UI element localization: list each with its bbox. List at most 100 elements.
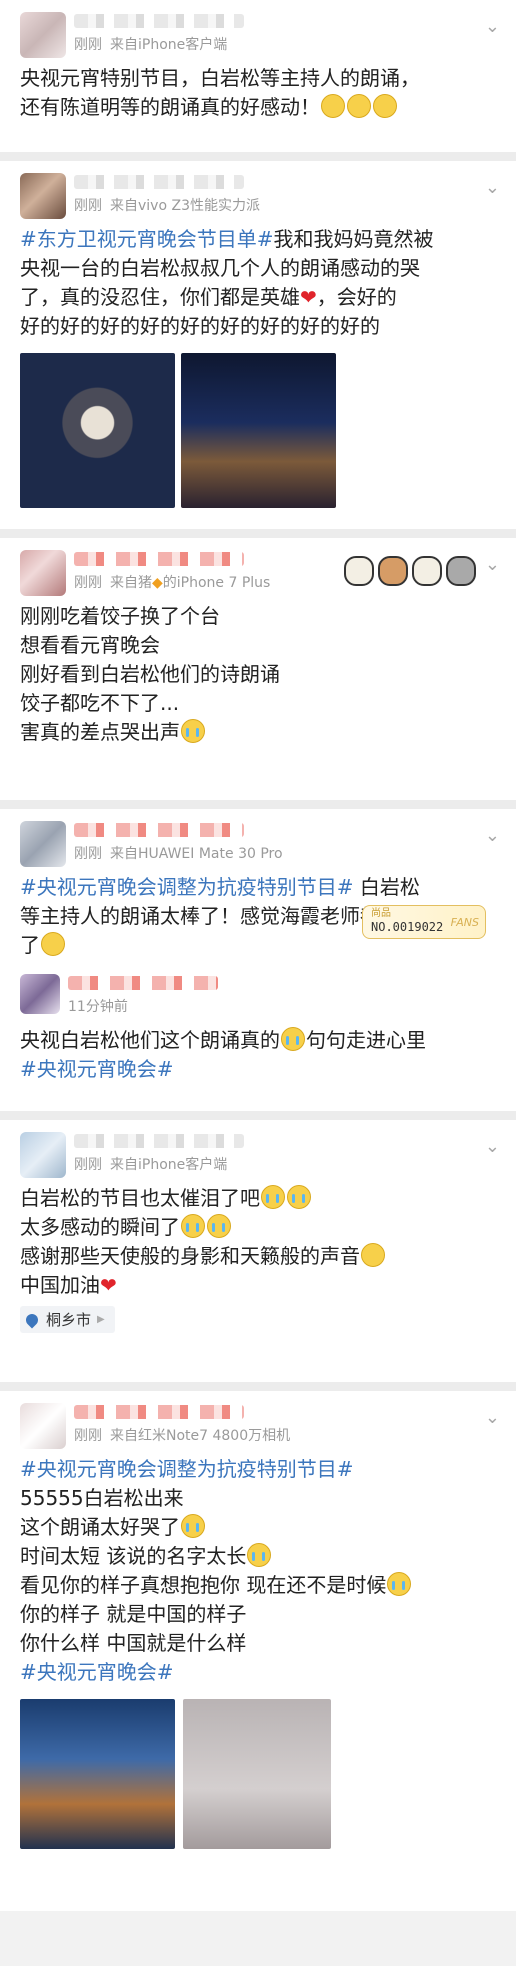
- text-line: 太多感动的瞬间了: [20, 1215, 180, 1239]
- post-meta: 刚刚 来自iPhone客户端: [74, 1154, 244, 1174]
- post-photo[interactable]: [20, 1699, 175, 1849]
- text-line: 你什么样 中国就是什么样: [20, 1631, 247, 1655]
- post-text: 白岩松的节目也太催泪了吧 太多感动的瞬间了 感谢那些天使般的身影和天籁般的声音 …: [20, 1184, 500, 1300]
- username[interactable]: [74, 823, 244, 837]
- post-source: 的iPhone 7 Plus: [162, 575, 271, 591]
- card-decoration: [344, 556, 476, 586]
- sad-emoji-icon: [373, 94, 397, 118]
- avatar[interactable]: [20, 173, 66, 219]
- divider: [0, 1382, 516, 1391]
- weibo-feed: ⌄ 刚刚 来自iPhone客户端 央视元宵特别节目，白岩松等主持人的朗诵， 还有陈…: [0, 0, 516, 1911]
- post-time: 刚刚: [74, 37, 102, 53]
- sad-emoji-icon: [347, 94, 371, 118]
- post-text: 央视元宵特别节目，白岩松等主持人的朗诵， 还有陈道明等的朗诵真的好感动！: [20, 64, 500, 122]
- hashtag-link[interactable]: #央视元宵晚会调整为抗疫特别节目#: [20, 875, 354, 899]
- hashtag-link[interactable]: #央视元宵晚会#: [20, 1658, 500, 1687]
- text-line: 感谢那些天使般的身影和天籁般的声音: [20, 1244, 360, 1268]
- text-line: 想看看元宵晚会: [20, 633, 160, 657]
- crying-emoji-icon: [181, 1514, 205, 1538]
- username[interactable]: [68, 976, 218, 990]
- sad-emoji-icon: [361, 1243, 385, 1267]
- post-time: 刚刚: [74, 198, 102, 214]
- location-name: 桐乡市: [46, 1311, 92, 1329]
- post-card[interactable]: ⌄ 刚刚 来自猪◆的iPhone 7 Plus 刚刚吃着饺子换了个台 想看看元宵晚…: [0, 538, 516, 800]
- crying-emoji-icon: [181, 719, 205, 743]
- username[interactable]: [74, 1405, 244, 1419]
- post-card[interactable]: ⌄ 刚刚 来自红米Note7 4800万相机 #央视元宵晚会调整为抗疫特别节目# …: [0, 1391, 516, 1911]
- post-source: 来自iPhone客户端: [110, 1157, 228, 1173]
- text-line: 这个朗诵太好哭了: [20, 1515, 180, 1539]
- chevron-down-icon[interactable]: ⌄: [485, 177, 500, 198]
- text-line: 我和我妈妈竟然被: [273, 227, 434, 251]
- text-line: 害真的差点哭出声: [20, 720, 180, 744]
- username[interactable]: [74, 552, 244, 566]
- crying-emoji-icon: [247, 1543, 272, 1567]
- post-card[interactable]: ⌄ 刚刚 来自vivo Z3性能实力派 #东方卫视元宵晚会节目单#我和我妈妈竟然被…: [0, 161, 516, 529]
- location-tag[interactable]: 桐乡市 ▶: [20, 1306, 115, 1333]
- text-line: 央视白岩松他们这个朗诵真的: [20, 1028, 280, 1052]
- hashtag-link[interactable]: #东方卫视元宵晚会节目单#: [20, 227, 274, 251]
- username[interactable]: [74, 14, 244, 28]
- divider: [0, 152, 516, 161]
- username[interactable]: [74, 1134, 244, 1148]
- post-text: #央视元宵晚会调整为抗疫特别节目# 55555白岩松出来 这个朗诵太好哭了 时间…: [20, 1455, 500, 1687]
- text-line: 央视一台的白岩松叔叔几个人的朗诵感动的哭: [20, 256, 420, 280]
- post-meta: 11分钟前: [68, 996, 218, 1016]
- post-photo[interactable]: [181, 353, 336, 508]
- chevron-down-icon[interactable]: ⌄: [485, 825, 500, 846]
- avatar[interactable]: [20, 12, 66, 58]
- cat-sticker-icon: [378, 556, 408, 586]
- heart-icon: ❤: [100, 1273, 117, 1297]
- post-text: 刚刚吃着饺子换了个台 想看看元宵晚会 刚好看到白岩松他们的诗朗诵 饺子都吃不下了…: [20, 602, 500, 747]
- chevron-down-icon[interactable]: ⌄: [485, 1407, 500, 1428]
- heart-icon: ❤: [300, 285, 317, 309]
- post-photo[interactable]: [20, 353, 175, 508]
- text-line: 白岩松的节目也太催泪了吧: [20, 1186, 260, 1210]
- post-text: #东方卫视元宵晚会节目单#我和我妈妈竟然被 央视一台的白岩松叔叔几个人的朗诵感动…: [20, 225, 500, 341]
- text-line: 你的样子 就是中国的样子: [20, 1602, 247, 1626]
- post-meta: 刚刚 来自vivo Z3性能实力派: [74, 195, 260, 215]
- crying-emoji-icon: [207, 1214, 231, 1238]
- photo-grid: [20, 1699, 500, 1849]
- diamond-icon: ◆: [152, 575, 163, 591]
- cat-sticker-icon: [446, 556, 476, 586]
- avatar[interactable]: [20, 1132, 66, 1178]
- cat-sticker-icon: [344, 556, 374, 586]
- chevron-down-icon[interactable]: ⌄: [485, 1136, 500, 1157]
- chevron-down-icon[interactable]: ⌄: [485, 16, 500, 37]
- post-source: 来自HUAWEI Mate 30 Pro: [110, 846, 283, 862]
- post-photo[interactable]: [183, 1699, 331, 1849]
- text-line: 时间太短 该说的名字太长: [20, 1544, 247, 1568]
- text-line: 55555白岩松出来: [20, 1486, 184, 1510]
- post-card[interactable]: ⌄ 刚刚 来自iPhone客户端 央视元宵特别节目，白岩松等主持人的朗诵， 还有陈…: [0, 0, 516, 152]
- avatar[interactable]: [20, 550, 66, 596]
- username[interactable]: [74, 175, 244, 189]
- text-line: 刚刚吃着饺子换了个台: [20, 604, 220, 628]
- text-line: 中国加油: [20, 1273, 100, 1297]
- chevron-down-icon[interactable]: ⌄: [485, 554, 500, 575]
- post-source: 来自vivo Z3性能实力派: [110, 198, 260, 214]
- crying-emoji-icon: [261, 1185, 285, 1209]
- comment-text: 央视白岩松他们这个朗诵真的 句句走进心里 #央视元宵晚会#: [20, 1026, 500, 1084]
- avatar[interactable]: [20, 821, 66, 867]
- text-line: 饺子都吃不下了...: [20, 691, 180, 715]
- cat-sticker-icon: [412, 556, 442, 586]
- post-meta: 刚刚 来自猪◆的iPhone 7 Plus: [74, 572, 270, 592]
- post-card[interactable]: ⌄ 刚刚 来自HUAWEI Mate 30 Pro #央视元宵晚会调整为抗疫特别节…: [0, 809, 516, 1111]
- divider: [0, 529, 516, 538]
- text-line: 白岩松: [353, 875, 420, 899]
- post-card[interactable]: ⌄ 刚刚 来自iPhone客户端 白岩松的节目也太催泪了吧 太多感动的瞬间了 感谢…: [0, 1120, 516, 1382]
- chevron-right-icon: ▶: [97, 1314, 105, 1325]
- avatar[interactable]: [20, 974, 60, 1014]
- post-source: 来自红米Note7 4800万相机: [110, 1428, 291, 1444]
- hashtag-link[interactable]: #央视元宵晚会#: [20, 1055, 500, 1084]
- crying-emoji-icon: [287, 1185, 311, 1209]
- post-time: 刚刚: [74, 846, 102, 862]
- text-line: 好的好的好的好的好的好的好的好的好的: [20, 314, 380, 338]
- post-meta: 刚刚 来自iPhone客户端: [74, 34, 244, 54]
- avatar[interactable]: [20, 1403, 66, 1449]
- location-pin-icon: [23, 1311, 41, 1328]
- text-line: 看见你的样子真想抱抱你 现在还不是时候: [20, 1573, 387, 1597]
- fan-badge[interactable]: 尚品 NO.0019022 FANS: [362, 905, 486, 939]
- hashtag-link[interactable]: #央视元宵晚会调整为抗疫特别节目#: [20, 1455, 500, 1484]
